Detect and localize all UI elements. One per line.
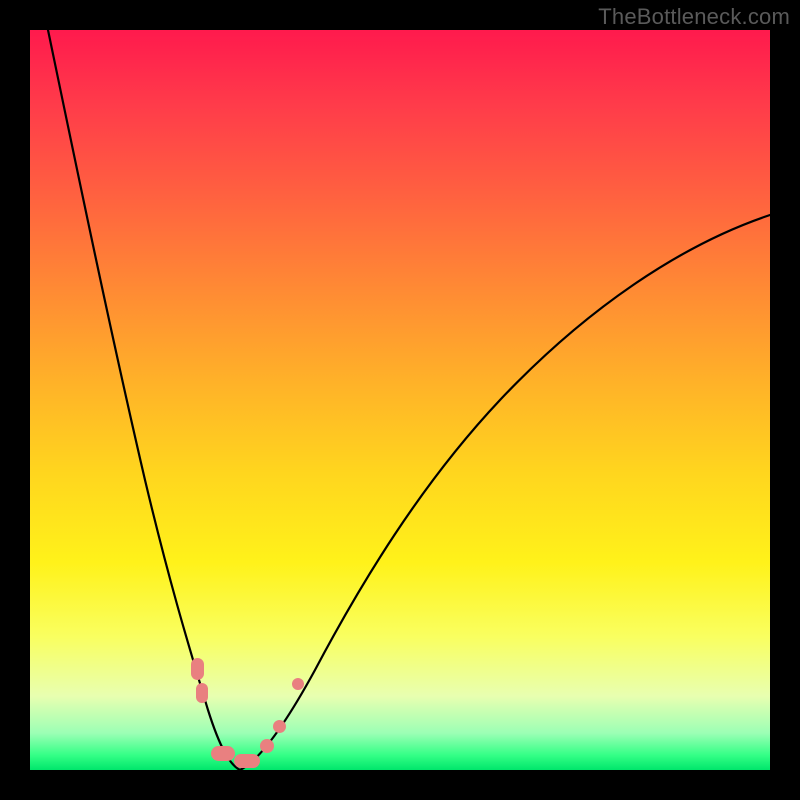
plot-area xyxy=(30,30,770,770)
highlight-marker xyxy=(211,746,235,761)
highlight-marker xyxy=(191,658,204,680)
bottleneck-curve-right xyxy=(240,215,770,770)
highlight-marker xyxy=(273,720,286,733)
highlight-marker xyxy=(292,678,304,690)
curve-layer xyxy=(30,30,770,770)
highlight-marker xyxy=(234,754,260,768)
watermark-text: TheBottleneck.com xyxy=(598,4,790,30)
highlight-marker xyxy=(260,739,274,753)
chart-frame: TheBottleneck.com xyxy=(0,0,800,800)
bottleneck-curve-left xyxy=(48,30,240,770)
highlight-marker xyxy=(196,683,208,703)
